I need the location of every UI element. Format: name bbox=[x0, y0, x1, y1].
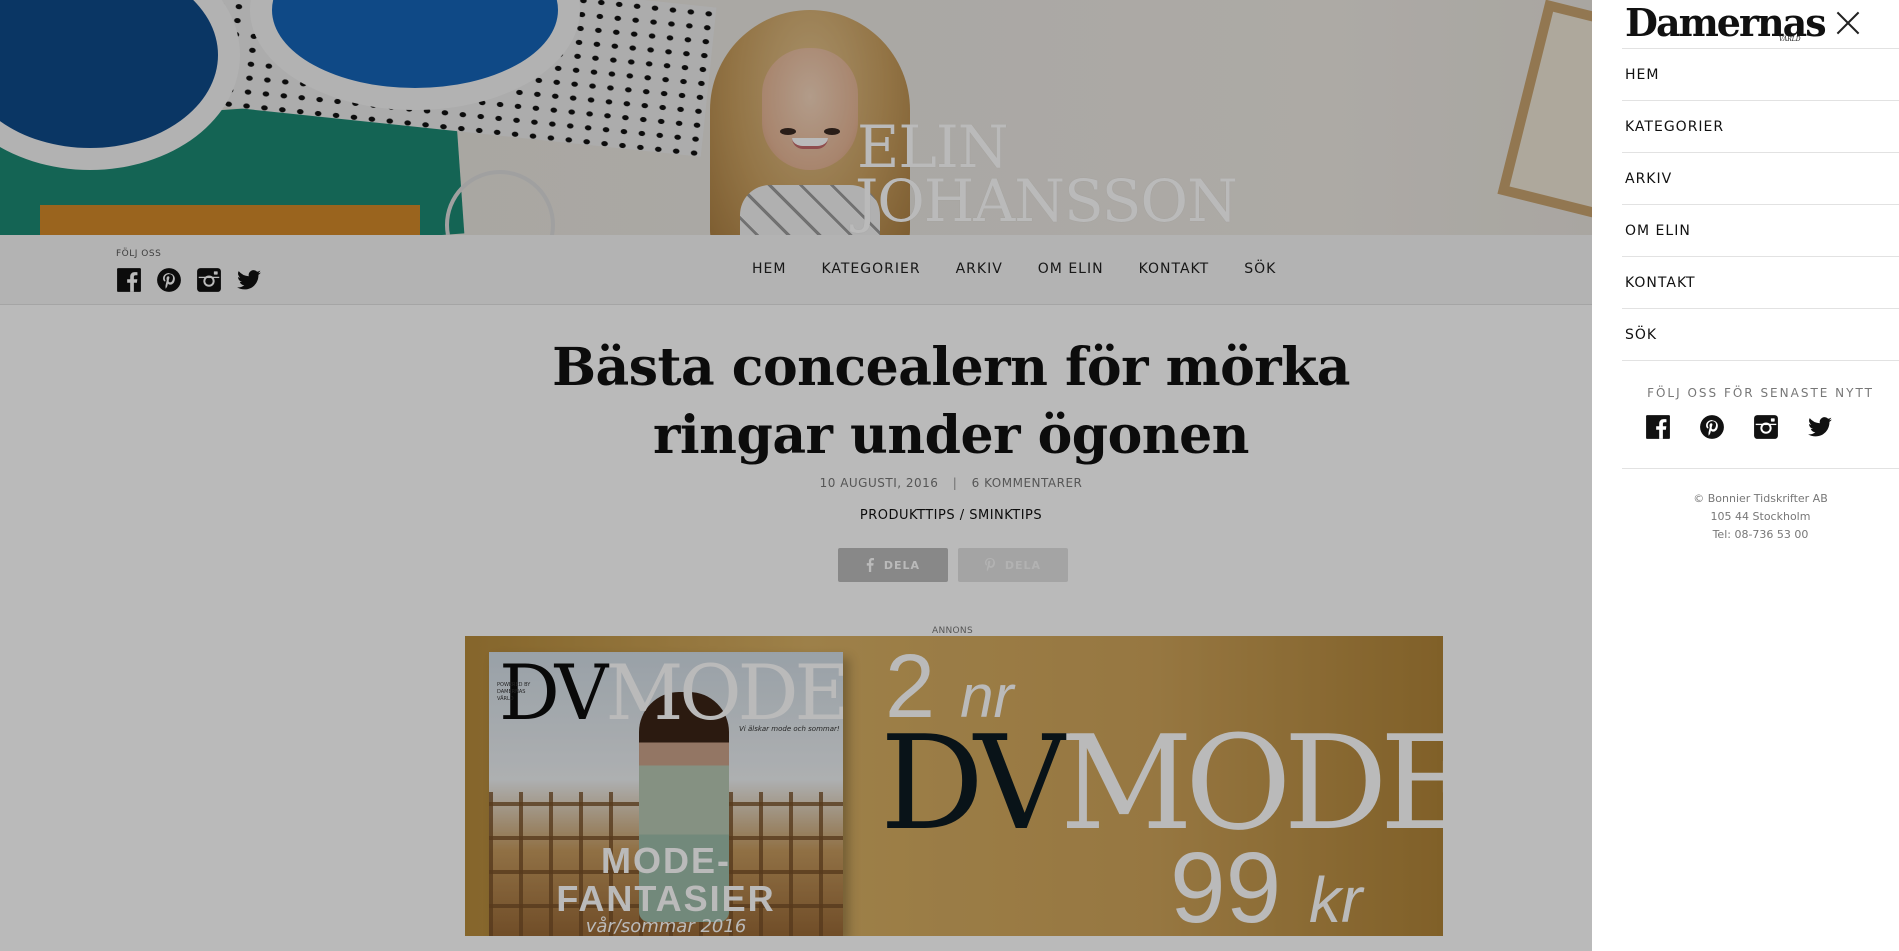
side-menu-list: HEM KATEGORIER ARKIV OM ELIN KONTAKT SÖK bbox=[1622, 48, 1899, 361]
side-follow-text: FÖLJ OSS FÖR SENASTE NYTT bbox=[1647, 386, 1874, 400]
footer-company: © Bonnier Tidskrifter AB bbox=[1693, 492, 1828, 505]
side-item-kategorier[interactable]: KATEGORIER bbox=[1622, 101, 1899, 153]
side-menu-panel: Damernas VÄRLD HEM KATEGORIER ARKIV OM E… bbox=[1592, 0, 1899, 951]
side-item-hem[interactable]: HEM bbox=[1622, 49, 1899, 101]
side-item-om-elin[interactable]: OM ELIN bbox=[1622, 205, 1899, 257]
close-icon[interactable] bbox=[1835, 10, 1861, 36]
footer-address: 105 44 Stockholm bbox=[1710, 510, 1811, 523]
pinterest-icon[interactable] bbox=[1699, 414, 1725, 440]
instagram-icon[interactable] bbox=[1753, 414, 1779, 440]
side-item-arkiv[interactable]: ARKIV bbox=[1622, 153, 1899, 205]
menu-backdrop-overlay[interactable] bbox=[0, 0, 1592, 951]
side-social-links bbox=[1645, 414, 1833, 440]
side-item-sok[interactable]: SÖK bbox=[1622, 309, 1899, 361]
side-divider bbox=[1622, 468, 1899, 469]
brand-logo-sub: VÄRLD bbox=[1779, 36, 1801, 43]
facebook-icon[interactable] bbox=[1645, 414, 1671, 440]
footer-phone: Tel: 08-736 53 00 bbox=[1712, 528, 1809, 541]
twitter-icon[interactable] bbox=[1807, 414, 1833, 440]
side-item-kontakt[interactable]: KONTAKT bbox=[1622, 257, 1899, 309]
